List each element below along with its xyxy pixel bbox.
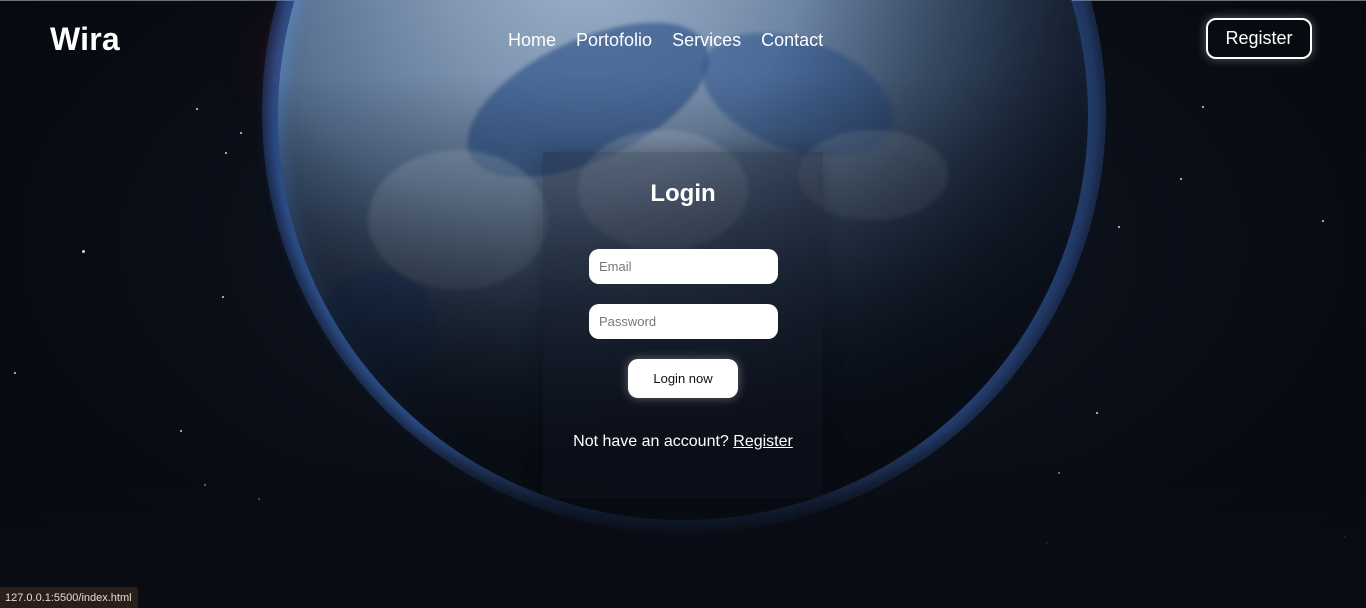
space-background: Wira Home Portofolio Services Contact Re… bbox=[0, 0, 1366, 608]
star bbox=[1202, 106, 1204, 108]
signup-prompt-text: Not have an account? bbox=[573, 433, 729, 450]
nav-link-portofolio[interactable]: Portofolio bbox=[576, 30, 652, 51]
nav-link-contact[interactable]: Contact bbox=[761, 30, 823, 51]
signup-register-link[interactable]: Register bbox=[733, 433, 793, 450]
login-title: Login bbox=[650, 180, 716, 207]
star bbox=[222, 296, 224, 298]
nav-link-home[interactable]: Home bbox=[508, 30, 556, 51]
star bbox=[1118, 226, 1120, 228]
star bbox=[1096, 412, 1098, 414]
password-input[interactable] bbox=[589, 304, 778, 339]
login-submit-button[interactable]: Login now bbox=[628, 359, 738, 398]
header-register-button[interactable]: Register bbox=[1206, 18, 1312, 59]
star bbox=[225, 152, 227, 154]
star bbox=[14, 372, 16, 374]
star bbox=[240, 132, 242, 134]
browser-status-url: 127.0.0.1:5500/index.html bbox=[0, 587, 138, 608]
nav-link-services[interactable]: Services bbox=[672, 30, 741, 51]
star bbox=[82, 250, 85, 253]
site-logo[interactable]: Wira bbox=[50, 21, 120, 58]
star bbox=[1322, 220, 1324, 222]
email-input[interactable] bbox=[589, 249, 778, 284]
star bbox=[196, 108, 198, 110]
main-nav: Home Portofolio Services Contact bbox=[508, 30, 823, 51]
signup-prompt-line: Not have an account? Register bbox=[0, 433, 1366, 451]
